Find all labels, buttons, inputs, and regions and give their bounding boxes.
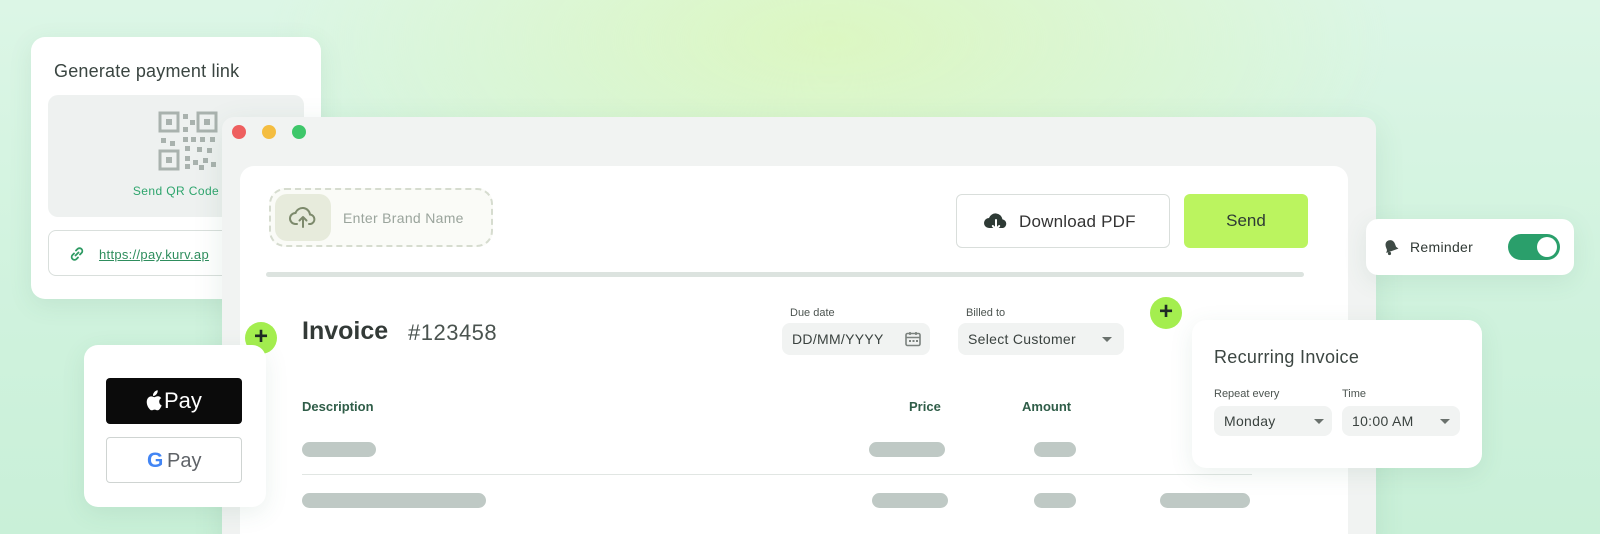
qr-code-icon[interactable] <box>157 110 219 172</box>
window-maximize-button[interactable] <box>292 125 306 139</box>
calendar-icon <box>905 332 921 347</box>
reminder-label: Reminder <box>1410 239 1474 255</box>
time-select[interactable]: 10:00 AM <box>1342 406 1460 436</box>
send-button[interactable]: Send <box>1184 194 1308 248</box>
column-header-description: Description <box>302 399 374 414</box>
invoice-number: #123458 <box>408 320 498 345</box>
cloud-upload-icon <box>289 207 316 228</box>
cloud-download-icon <box>984 213 1007 231</box>
send-label: Send <box>1226 211 1266 230</box>
due-date-field[interactable]: DD/MM/YYYY <box>782 323 930 355</box>
toolbar-divider <box>266 272 1304 277</box>
payment-methods-card: Pay G Pay <box>84 345 266 507</box>
brand-name-placeholder: Enter Brand Name <box>343 210 464 226</box>
google-pay-button[interactable]: G Pay <box>106 437 242 483</box>
plus-icon: + <box>1158 298 1173 325</box>
billed-to-label: Billed to <box>966 307 1006 319</box>
apple-pay-label: Pay <box>164 388 202 413</box>
download-pdf-label: Download PDF <box>1019 212 1136 231</box>
chevron-down-icon <box>1314 419 1324 424</box>
skeleton-description <box>302 442 376 457</box>
chevron-down-icon <box>1440 419 1450 424</box>
recurring-invoice-card: Recurring Invoice Repeat every Monday Ti… <box>1192 320 1482 468</box>
repeat-every-label: Repeat every <box>1214 388 1280 400</box>
due-date-label: Due date <box>790 307 835 319</box>
row-divider <box>302 474 1252 475</box>
customer-select[interactable]: Select Customer <box>958 323 1124 355</box>
reminder-toggle[interactable] <box>1508 234 1560 260</box>
window-close-button[interactable] <box>232 125 246 139</box>
column-header-price: Price <box>909 399 941 414</box>
payment-url-link[interactable]: https://pay.kurv.ap <box>99 247 209 262</box>
invoice-title: Invoice <box>302 317 389 345</box>
apple-icon <box>146 390 162 411</box>
repeat-every-select[interactable]: Monday <box>1214 406 1332 436</box>
brand-name-dropzone[interactable]: Enter Brand Name <box>269 188 493 247</box>
add-recurring-button[interactable]: + <box>1150 297 1182 329</box>
skeleton-price <box>869 442 945 457</box>
skeleton-amount <box>1034 493 1076 508</box>
google-g-icon: G <box>147 449 164 472</box>
payment-link-title: Generate payment link <box>54 61 240 81</box>
skeleton-total <box>1160 493 1250 508</box>
google-pay-label: Pay <box>167 450 202 472</box>
recurring-invoice-title: Recurring Invoice <box>1214 347 1360 367</box>
reminder-card: Reminder <box>1366 219 1574 275</box>
chevron-down-icon <box>1102 337 1112 342</box>
skeleton-price <box>872 493 948 508</box>
upload-button[interactable] <box>275 194 331 241</box>
time-label: Time <box>1342 388 1367 400</box>
download-pdf-button[interactable]: Download PDF <box>956 194 1170 248</box>
customer-select-value: Select Customer <box>968 331 1076 347</box>
due-date-value: DD/MM/YYYY <box>792 331 884 347</box>
apple-pay-button[interactable]: Pay <box>106 378 242 424</box>
toggle-knob <box>1537 237 1557 257</box>
bell-icon <box>1385 240 1399 256</box>
column-header-amount: Amount <box>1022 399 1072 414</box>
repeat-every-value: Monday <box>1224 413 1276 429</box>
link-icon <box>70 247 84 261</box>
skeleton-description <box>302 493 486 508</box>
time-value: 10:00 AM <box>1352 413 1414 429</box>
skeleton-amount <box>1034 442 1076 457</box>
window-minimize-button[interactable] <box>262 125 276 139</box>
